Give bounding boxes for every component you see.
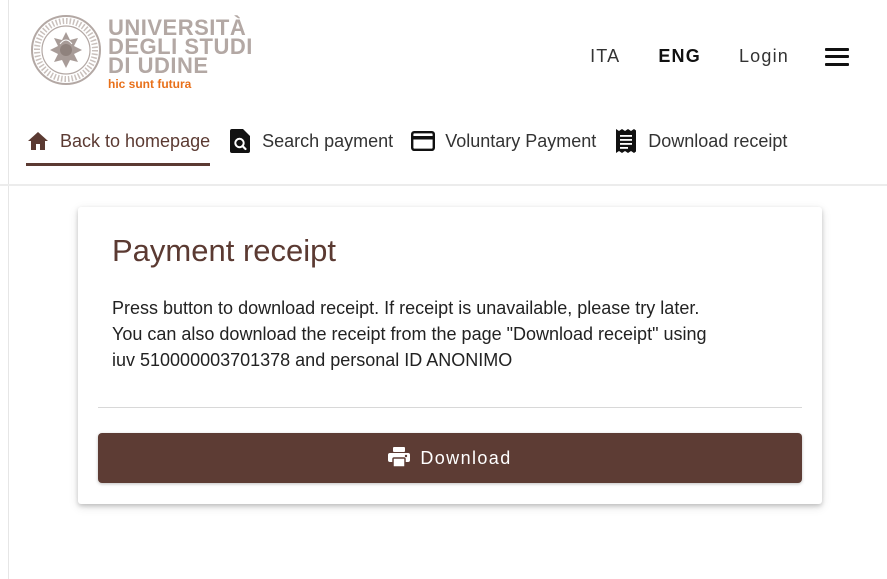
tab-voluntary-payment[interactable]: Voluntary Payment bbox=[411, 122, 596, 160]
tab-download-receipt[interactable]: Download receipt bbox=[614, 122, 787, 160]
header: UNIVERSITÀ DEGLI STUDI DI UDINE hic sunt… bbox=[0, 0, 887, 112]
nav-tabs: Back to homepage Search payment Voluntar… bbox=[26, 122, 805, 168]
tab-back-to-homepage[interactable]: Back to homepage bbox=[26, 122, 211, 166]
card-divider bbox=[98, 407, 802, 408]
login-button[interactable]: Login bbox=[739, 46, 789, 67]
hamburger-menu-icon[interactable] bbox=[825, 47, 849, 66]
language-ita-button[interactable]: ITA bbox=[590, 46, 620, 67]
download-button[interactable]: Download bbox=[98, 433, 802, 483]
card-body: Press button to download receipt. If rec… bbox=[112, 295, 802, 373]
card-body-line-3: iuv 510000003701378 and personal ID ANON… bbox=[112, 350, 513, 370]
card-body-line-2: You can also download the receipt from t… bbox=[112, 324, 707, 344]
university-seal-icon bbox=[31, 15, 101, 85]
printer-icon bbox=[388, 446, 411, 470]
nav-divider bbox=[0, 184, 887, 186]
home-icon bbox=[26, 129, 50, 153]
search-document-icon bbox=[228, 129, 252, 153]
card-body-line-1: Press button to download receipt. If rec… bbox=[112, 298, 700, 318]
tab-label: Back to homepage bbox=[60, 130, 211, 151]
language-eng-button[interactable]: ENG bbox=[658, 46, 701, 67]
download-button-label: Download bbox=[420, 447, 512, 468]
tab-label: Voluntary Payment bbox=[445, 130, 597, 151]
top-actions: ITA ENG Login bbox=[552, 46, 849, 67]
logo-wordmark: UNIVERSITÀ DEGLI STUDI DI UDINE hic sunt… bbox=[108, 17, 253, 92]
receipt-icon bbox=[614, 129, 638, 153]
tab-search-payment[interactable]: Search payment bbox=[228, 122, 393, 160]
payment-receipt-card: Payment receipt Press button to download… bbox=[78, 207, 822, 504]
university-logo[interactable]: UNIVERSITÀ DEGLI STUDI DI UDINE hic sunt… bbox=[30, 14, 253, 91]
credit-card-icon bbox=[411, 129, 436, 153]
card-title: Payment receipt bbox=[112, 233, 336, 268]
page: UNIVERSITÀ DEGLI STUDI DI UDINE hic sunt… bbox=[0, 0, 887, 579]
logo-motto: hic sunt futura bbox=[108, 77, 192, 91]
tab-label: Search payment bbox=[262, 130, 394, 151]
tab-label: Download receipt bbox=[648, 130, 788, 151]
